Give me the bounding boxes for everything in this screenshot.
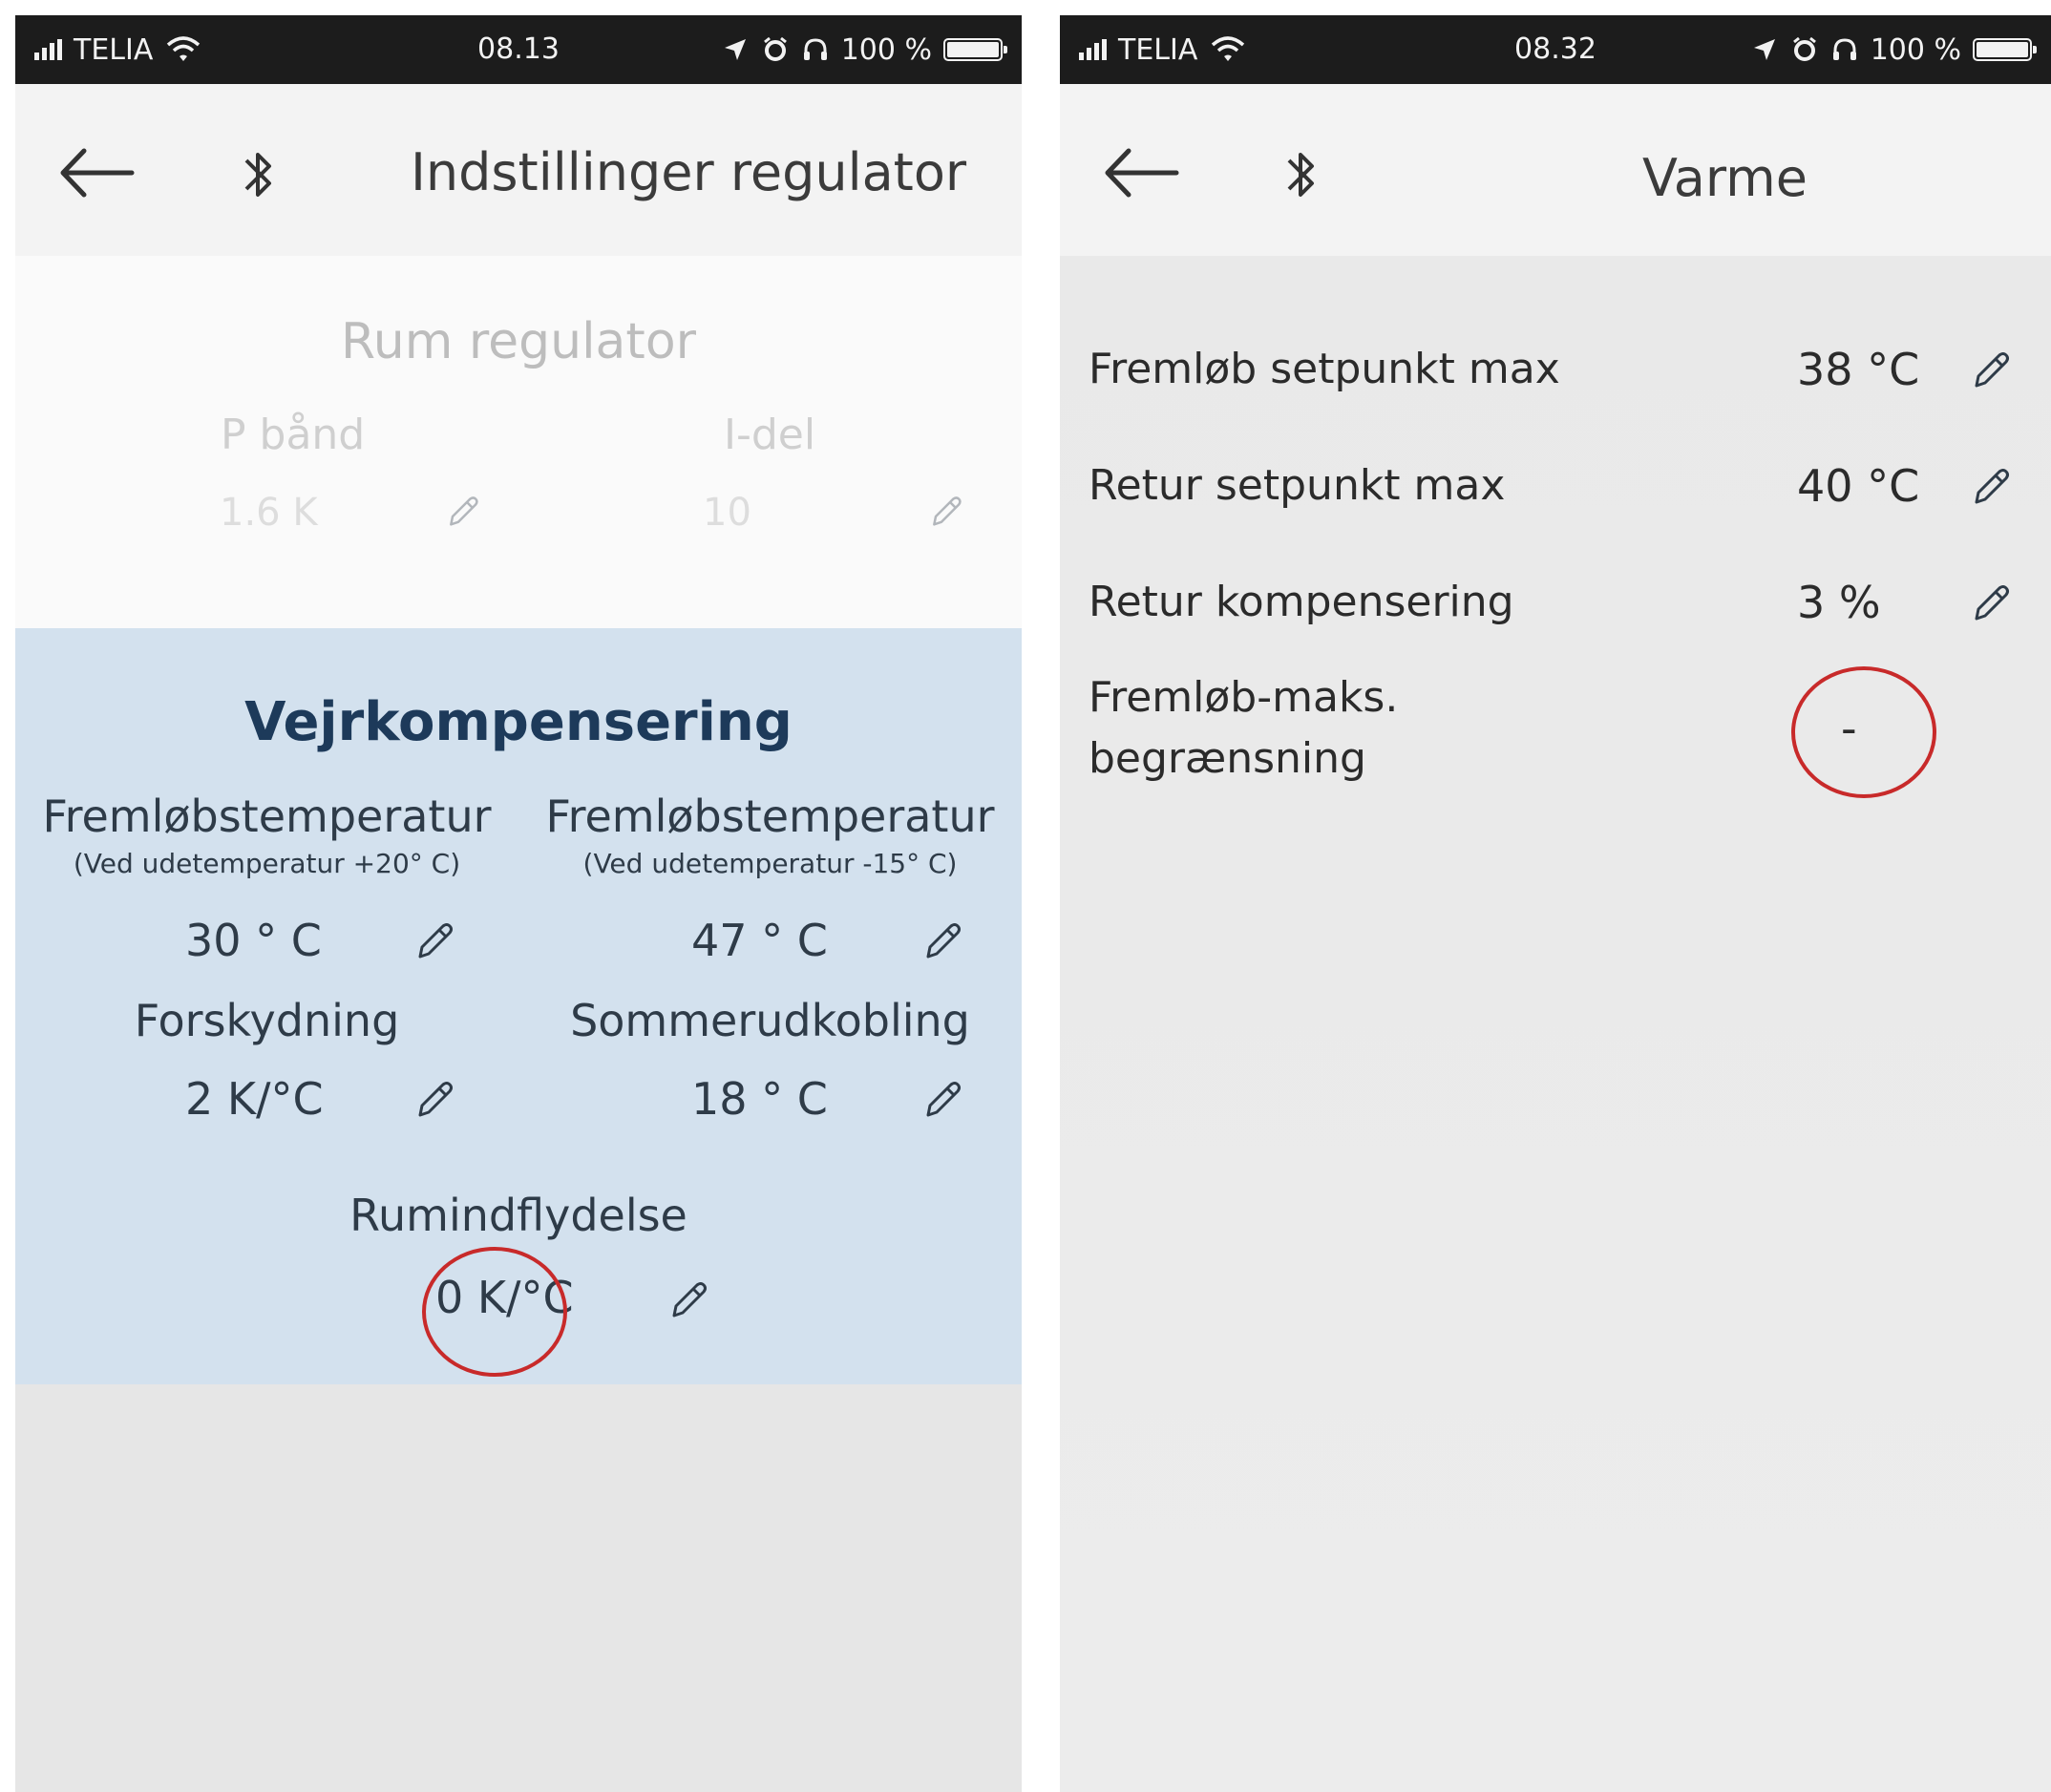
highlight-circle [422, 1247, 567, 1377]
alarm-icon [1790, 35, 1819, 64]
setting-label: Retur kompensering [1089, 578, 1514, 626]
wifi-icon [164, 35, 202, 64]
pencil-icon[interactable] [919, 1077, 964, 1123]
left-phone-screen: TELIA 08.13 100 % Indstillinger regulato… [15, 15, 1022, 1792]
varme-settings-list: Fremløb setpunkt max 38 °C Retur setpunk… [1060, 256, 2051, 1792]
pencil-icon[interactable] [919, 918, 964, 964]
flow-temp-minus15: Fremløbstemperatur (Ved udetemperatur -1… [518, 791, 1022, 879]
app-header: Varme [1060, 84, 2051, 256]
wifi-icon [1209, 35, 1247, 64]
location-icon [1750, 35, 1779, 64]
setting-label: Sommerudkobling [570, 995, 970, 1046]
setting-label: Fremløb-maks. [1089, 673, 1399, 722]
carrier-name: TELIA [74, 32, 154, 67]
pencil-icon[interactable] [1967, 464, 2013, 510]
pencil-icon[interactable] [926, 493, 964, 531]
setting-value: 3 % [1797, 577, 1881, 628]
status-bar: TELIA 08.32 100 % [1060, 15, 2051, 84]
bluetooth-icon[interactable] [1278, 141, 1325, 208]
signal-icon [34, 39, 62, 60]
status-bar: TELIA 08.13 100 % [15, 15, 1022, 84]
setting-label: Retur setpunkt max [1089, 461, 1506, 510]
battery-icon [943, 38, 1007, 61]
sommerudkobling: Sommerudkobling [518, 995, 1022, 1046]
setting-value: 18 ° C [691, 1073, 828, 1125]
bluetooth-icon[interactable] [235, 141, 283, 208]
page-title: Indstillinger regulator [411, 142, 967, 202]
forskydning: Forskydning [15, 995, 518, 1046]
back-arrow-icon [53, 139, 139, 206]
battery-percent: 100 % [840, 32, 932, 67]
right-phone-screen: TELIA 08.32 100 % Varme Fremløb setpunkt… [1060, 15, 2051, 1792]
pencil-icon[interactable] [443, 493, 481, 531]
carrier-name: TELIA [1118, 32, 1198, 67]
setting-sublabel: (Ved udetemperatur -15° C) [582, 848, 958, 879]
app-header: Indstillinger regulator [15, 84, 1022, 256]
setting-label: Fremløb setpunkt max [1089, 345, 1560, 393]
flow-temp-plus20: Fremløbstemperatur (Ved udetemperatur +2… [15, 791, 518, 879]
setting-value: 47 ° C [691, 915, 828, 966]
pencil-icon[interactable] [1967, 580, 2013, 626]
setting-value: 30 ° C [185, 915, 322, 966]
rum-regulator-section: Rum regulator P bånd 1.6 K I-del 10 [15, 256, 1022, 628]
vejrkompensering-section: Vejrkompensering Fremløbstemperatur (Ved… [15, 628, 1022, 1384]
setting-value: 38 °C [1797, 344, 1920, 395]
battery-icon [1973, 38, 2037, 61]
pencil-icon[interactable] [1967, 348, 2013, 393]
back-arrow-icon [1098, 139, 1184, 206]
alarm-icon [761, 35, 790, 64]
location-icon [721, 35, 750, 64]
setting-label: Forskydning [134, 995, 400, 1046]
i-del-value: 10 [703, 491, 751, 535]
pencil-icon[interactable] [411, 918, 456, 964]
pencil-icon[interactable] [411, 1077, 456, 1123]
rumindflydelse-label: Rumindflydelse [349, 1190, 687, 1241]
highlight-circle [1791, 666, 1936, 798]
section-title: Rum regulator [340, 313, 697, 370]
headphones-icon [801, 35, 830, 64]
setting-value: 2 K/°C [185, 1073, 324, 1125]
setting-value: 40 °C [1797, 460, 1920, 512]
page-title: Varme [1642, 148, 1808, 208]
p-band-value: 1.6 K [220, 491, 318, 535]
back-button[interactable] [53, 139, 139, 206]
back-button[interactable] [1098, 139, 1184, 206]
i-del-label: I-del [724, 411, 816, 459]
setting-sublabel: (Ved udetemperatur +20° C) [73, 848, 461, 879]
setting-label: begrænsning [1089, 734, 1366, 783]
signal-icon [1079, 39, 1107, 60]
pencil-icon[interactable] [665, 1277, 710, 1323]
section-title: Vejrkompensering [244, 691, 793, 753]
setting-label: Fremløbstemperatur [42, 791, 492, 842]
p-band-label: P bånd [221, 411, 366, 459]
empty-area [15, 1384, 1022, 1792]
headphones-icon [1830, 35, 1859, 64]
battery-percent: 100 % [1870, 32, 1961, 67]
setting-label: Fremløbstemperatur [545, 791, 995, 842]
